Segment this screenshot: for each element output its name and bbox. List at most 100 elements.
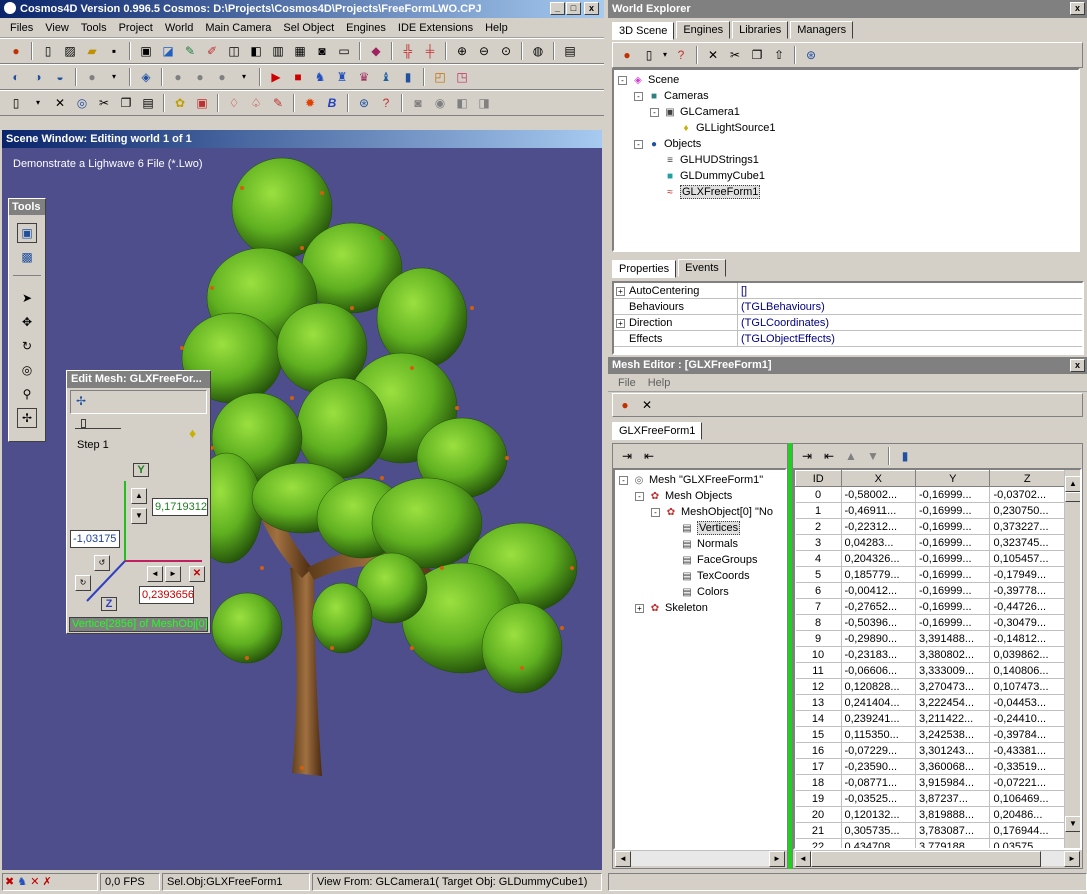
tab-3d-scene[interactable]: 3D Scene [612,22,675,40]
trash-icon[interactable]: ▮ [398,67,418,87]
table-row[interactable]: 1 -0,46911... -0,16999... 0,230750... [795,502,1065,519]
chevron-down-icon[interactable]: ▾ [234,67,254,87]
rotate-icon[interactable]: ↻ [17,336,37,356]
table-cell[interactable]: -0,07229... [841,742,917,759]
collapse-icon[interactable]: ⇤ [639,446,659,466]
table-cell[interactable]: -0,39784... [989,726,1065,743]
table-row[interactable]: 17 -0,23590... 3,360068... -0,33519... [795,758,1065,775]
table-cell[interactable]: 0,305735... [841,822,917,839]
step-slider[interactable] [75,419,121,429]
tree-node[interactable]: ▤ Normals [619,536,781,552]
menu-engines[interactable]: Engines [340,22,392,34]
find-icon[interactable]: ◎ [72,93,92,113]
table-cell[interactable]: 0,20486... [989,806,1065,823]
table-cell[interactable]: -0,58002... [841,486,917,503]
row-id-cell[interactable]: 1 [795,502,842,519]
table-cell[interactable]: 3,915984... [915,774,991,791]
row-id-cell[interactable]: 22 [795,838,842,848]
table-cell[interactable]: 3,391488... [915,630,991,647]
table-cell[interactable]: -0,30479... [989,614,1065,631]
row-id-cell[interactable]: 8 [795,614,842,631]
bucket-icon[interactable]: ♤ [246,93,266,113]
scroll-left-button[interactable]: ◄ [795,851,811,867]
tree-node[interactable]: + ✿ Skeleton [619,600,781,616]
new-project-icon[interactable]: ▨ [60,41,80,61]
table-cell[interactable]: -0,16999... [915,550,991,567]
menu-help[interactable]: Help [479,22,514,34]
table-cell[interactable]: 0,105457... [989,550,1065,567]
table-row[interactable]: 10 -0,23183... 3,380802... 0,039862... [795,646,1065,663]
down-arrow-button[interactable]: ▼ [131,508,147,524]
table-cell[interactable]: 3,270473... [915,678,991,695]
scroll-down-button[interactable]: ▼ [1065,816,1080,832]
tree-node[interactable]: - ◎ Mesh "GLXFreeForm1" [619,472,781,488]
mesh-editor-close-button[interactable]: x [1070,359,1085,372]
help-icon[interactable]: ? [376,93,396,113]
globe-icon[interactable]: ◒ [50,67,70,87]
row-id-cell[interactable]: 6 [795,582,842,599]
property-value[interactable]: [] [738,283,747,298]
up-arrow-button[interactable]: ▲ [131,488,147,504]
property-value[interactable]: (TGLObjectEffects) [738,331,835,346]
tree-node[interactable]: - ✿ MeshObject[0] "No [619,504,781,520]
table-row[interactable]: 21 0,305735... 3,783087... 0,176944... [795,822,1065,839]
mesh-tree-hscroll[interactable]: ◄ ► [615,850,785,867]
table-cell[interactable]: 0,039862... [989,646,1065,663]
collapse-toggle-icon[interactable]: - [634,91,643,101]
property-row[interactable]: +Effects(TGLObjectEffects) [614,331,1082,347]
object-icon[interactable]: ◐ [6,67,26,87]
open-icon[interactable]: ▰ [82,41,102,61]
chevron-down-icon[interactable]: ▾ [661,45,669,65]
table-cell[interactable]: 0,434708... [841,838,917,848]
copy-icon[interactable]: ❐ [747,45,767,65]
x-value-field[interactable]: -1,03175 [70,530,120,548]
vertex-grid[interactable]: ID X Y Z 0 -0,58002... -0,16999... -0,03702...… [793,468,1082,850]
row-id-cell[interactable]: 3 [795,534,842,551]
render-icon[interactable]: ◧ [246,41,266,61]
row-id-cell[interactable]: 14 [795,710,842,727]
save-icon[interactable]: ▪ [104,41,124,61]
browser-icon[interactable]: ◪ [158,41,178,61]
property-value[interactable]: (TGLCoordinates) [738,315,829,330]
chevron-down-icon[interactable]: ▾ [28,93,48,113]
table-row[interactable]: 22 0,434708... 3,779188... 0,03575... [795,838,1065,848]
frame-icon[interactable]: ◧ [452,93,472,113]
property-value[interactable]: (TGLBehaviours) [738,299,825,314]
table-cell[interactable]: -0,03525... [841,790,917,807]
table-cell[interactable]: -0,16999... [915,518,991,535]
table-cell[interactable]: -0,16999... [915,598,991,615]
new-object-icon[interactable]: ▯ [639,45,659,65]
chevron-down-icon[interactable]: ▾ [104,67,124,87]
collapse-toggle-icon[interactable]: - [619,475,628,485]
menu-main-camera[interactable]: Main Camera [199,22,277,34]
zoom-in-icon[interactable]: ⊕ [452,41,472,61]
table-cell[interactable]: 0,03575... [989,838,1065,848]
column-header-z[interactable]: Z [989,470,1065,487]
menu-ide-extensions[interactable]: IDE Extensions [392,22,479,34]
table-cell[interactable]: -0,16999... [915,614,991,631]
close-icon[interactable]: ✕ [637,395,657,415]
delete-icon[interactable]: ✕ [50,93,70,113]
frame-icon[interactable]: ◨ [474,93,494,113]
explorer-close-button[interactable]: x [1070,2,1085,15]
tree-node[interactable]: ■ GLDummyCube1 [618,168,1074,184]
tree-node[interactable]: - ✿ Mesh Objects [619,488,781,504]
tree-node[interactable]: ♦ GLLightSource1 [618,120,1074,136]
tab-properties[interactable]: Properties [612,260,677,278]
clear-icon[interactable]: ✗ [43,876,52,888]
row-id-cell[interactable]: 9 [795,630,842,647]
row-id-cell[interactable]: 12 [795,678,842,695]
menu-project[interactable]: Project [113,22,159,34]
scroll-thumb[interactable] [811,851,1041,867]
camera-view-icon[interactable]: ◙ [408,93,428,113]
menu-tools[interactable]: Tools [75,22,113,34]
table-row[interactable]: 18 -0,08771... 3,915984... -0,07221... [795,774,1065,791]
tree-node[interactable]: ≡ GLHUDStrings1 [618,152,1074,168]
table-cell[interactable]: 0,120132... [841,806,917,823]
column-header-x[interactable]: X [840,470,917,487]
edit-icon[interactable]: ✎ [180,41,200,61]
run-icon[interactable]: ♞ [17,876,27,888]
expand-toggle-icon[interactable]: + [616,318,625,328]
table-cell[interactable]: 0,106469... [989,790,1065,807]
move-up-icon[interactable]: ⇧ [769,45,789,65]
